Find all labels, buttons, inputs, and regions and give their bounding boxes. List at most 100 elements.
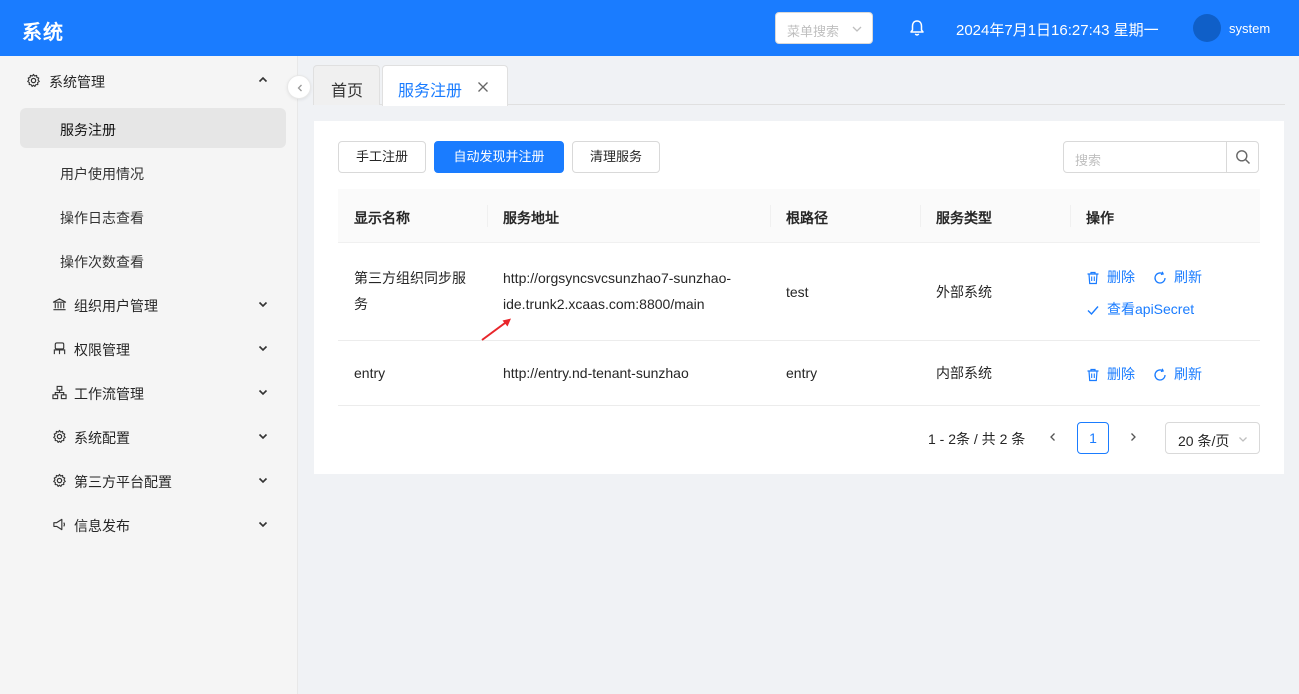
table-row: entry http://entry.nd-tenant-sunzhao ent… (338, 341, 1260, 406)
datetime-display: 2024年7月1日16:27:43 星期一 (956, 22, 1159, 39)
sidebar-item-operation-count[interactable]: 操作次数查看 (20, 240, 286, 280)
page-tabs: 首页 服务注册 (313, 64, 1285, 106)
app-title: 系统 (22, 22, 64, 44)
sidebar-item-service-registration[interactable]: 服务注册 (20, 108, 286, 148)
bank-icon (52, 298, 67, 311)
search-button[interactable] (1226, 142, 1258, 172)
chevron-down-icon (258, 477, 268, 484)
cell-address-line: ide.trunk2.xcaas.com:8800/main (503, 296, 705, 312)
sidebar-group-label: 工作流管理 (74, 386, 144, 402)
sidebar-item-operation-log[interactable]: 操作日志查看 (20, 196, 286, 236)
column-header-address: 服务地址 (503, 210, 559, 226)
sidebar-group-label: 系统配置 (74, 430, 130, 446)
sidebar-group-third-party-config[interactable]: 第三方平台配置 (0, 458, 298, 502)
gear-icon (27, 73, 40, 87)
column-separator (770, 205, 771, 227)
column-separator (487, 205, 488, 227)
sidebar-group-label: 权限管理 (74, 342, 130, 358)
refresh-icon (1154, 271, 1166, 284)
top-header: 系统 菜单搜索 2024年7月1日16:27:43 星期一 system (0, 0, 1299, 56)
trash-icon (1087, 271, 1099, 285)
search-icon (1236, 150, 1251, 165)
manual-register-button[interactable]: 手工注册 (338, 141, 426, 173)
auto-discover-button[interactable]: 自动发现并注册 (434, 141, 564, 173)
clean-services-button[interactable]: 清理服务 (572, 141, 660, 173)
cell-name: 第三方组织同步服 务 (354, 265, 466, 317)
sidebar-group-publish[interactable]: 信息发布 (0, 502, 298, 546)
chevron-down-icon (852, 26, 862, 32)
chevron-right-icon[interactable] (1127, 431, 1139, 443)
cell-root-path: entry (786, 365, 818, 381)
chevron-down-icon (258, 389, 268, 396)
chevron-down-icon (1239, 437, 1247, 442)
tab-label: 服务注册 (398, 83, 463, 100)
close-icon[interactable] (477, 81, 489, 93)
column-header-name: 显示名称 (354, 210, 410, 226)
chevron-left-icon (297, 84, 302, 92)
delete-label: 删除 (1107, 366, 1135, 382)
cell-name-line: 务 (354, 296, 368, 312)
service-registry-panel: 手工注册 自动发现并注册 清理服务 搜索 显示名称 服务地址 根路径 服务类型 … (314, 121, 1284, 474)
chevron-down-icon (258, 345, 268, 352)
chevron-down-icon (258, 433, 268, 440)
gear-icon (53, 429, 66, 443)
sidebar-group-org-user[interactable]: 组织用户管理 (0, 282, 298, 326)
tab-label: 首页 (331, 83, 364, 100)
sidebar-section-system-management[interactable]: 系统管理 (0, 58, 298, 102)
tab-service-registration[interactable]: 服务注册 (382, 65, 508, 106)
pagination-total: 1 - 2条 / 共 2 条 (928, 431, 1026, 447)
sidebar-group-label: 第三方平台配置 (74, 474, 172, 490)
delete-label: 删除 (1107, 269, 1135, 285)
cell-type: 外部系统 (936, 284, 992, 300)
refresh-icon (1154, 368, 1166, 381)
annotation-arrow (481, 318, 511, 341)
sidebar-item-label: 用户使用情况 (60, 166, 144, 182)
username[interactable]: system (1229, 21, 1270, 36)
chevron-down-icon (258, 301, 268, 308)
column-header-type: 服务类型 (936, 210, 992, 226)
cell-address-line: http://orgsyncsvcsunzhao7-sunzhao- (503, 270, 732, 286)
sidebar-group-workflow[interactable]: 工作流管理 (0, 370, 298, 414)
sidebar-collapse-button[interactable] (287, 75, 311, 99)
megaphone-icon (53, 518, 65, 531)
pagination-current-page[interactable]: 1 (1077, 422, 1109, 454)
menu-search-select[interactable]: 菜单搜索 (775, 12, 873, 44)
sidebar: 系统管理 服务注册 用户使用情况 操作日志查看 操作次数查看 组织用户管理 权限… (0, 56, 298, 694)
cell-address: http://entry.nd-tenant-sunzhao (503, 365, 689, 381)
page-size-value: 20 条/页 (1178, 433, 1230, 449)
gear-icon (53, 473, 66, 487)
sidebar-item-label: 服务注册 (60, 122, 116, 138)
chevron-down-icon (258, 521, 268, 528)
column-header-actions: 操作 (1086, 210, 1114, 226)
table-header: 显示名称 服务地址 根路径 服务类型 操作 (338, 189, 1260, 243)
sidebar-group-permissions[interactable]: 权限管理 (0, 326, 298, 370)
search-placeholder: 搜索 (1075, 153, 1102, 168)
sidebar-group-system-config[interactable]: 系统配置 (0, 414, 298, 458)
sidebar-item-user-usage[interactable]: 用户使用情况 (20, 152, 286, 192)
refresh-label: 刷新 (1174, 366, 1202, 382)
cell-address: http://orgsyncsvcsunzhao7-sunzhao- ide.t… (503, 265, 731, 317)
view-api-secret-label: 查看apiSecret (1107, 301, 1195, 317)
column-header-root-path: 根路径 (786, 210, 828, 226)
cell-type: 内部系统 (936, 365, 992, 381)
column-separator (1070, 205, 1071, 227)
search-input[interactable]: 搜索 (1063, 141, 1259, 173)
user-lock-icon (53, 342, 66, 355)
tab-home[interactable]: 首页 (313, 65, 380, 105)
menu-search-placeholder: 菜单搜索 (787, 24, 840, 39)
trash-icon (1087, 368, 1099, 382)
sidebar-group-label: 组织用户管理 (74, 298, 158, 314)
chevron-left-icon[interactable] (1047, 431, 1059, 443)
avatar[interactable] (1193, 14, 1221, 42)
bell-icon[interactable] (907, 18, 927, 38)
check-icon (1087, 306, 1099, 316)
refresh-label: 刷新 (1174, 269, 1202, 285)
sidebar-section-label: 系统管理 (49, 74, 105, 90)
sidebar-group-label: 信息发布 (74, 518, 130, 534)
cell-root-path: test (786, 284, 809, 300)
page-size-select[interactable]: 20 条/页 (1165, 422, 1260, 454)
cell-name: entry (354, 365, 386, 381)
table-row: 第三方组织同步服 务 http://orgsyncsvcsunzhao7-sun… (338, 243, 1260, 341)
sidebar-item-label: 操作次数查看 (60, 254, 144, 270)
cell-name-line: 第三方组织同步服 (354, 270, 466, 286)
